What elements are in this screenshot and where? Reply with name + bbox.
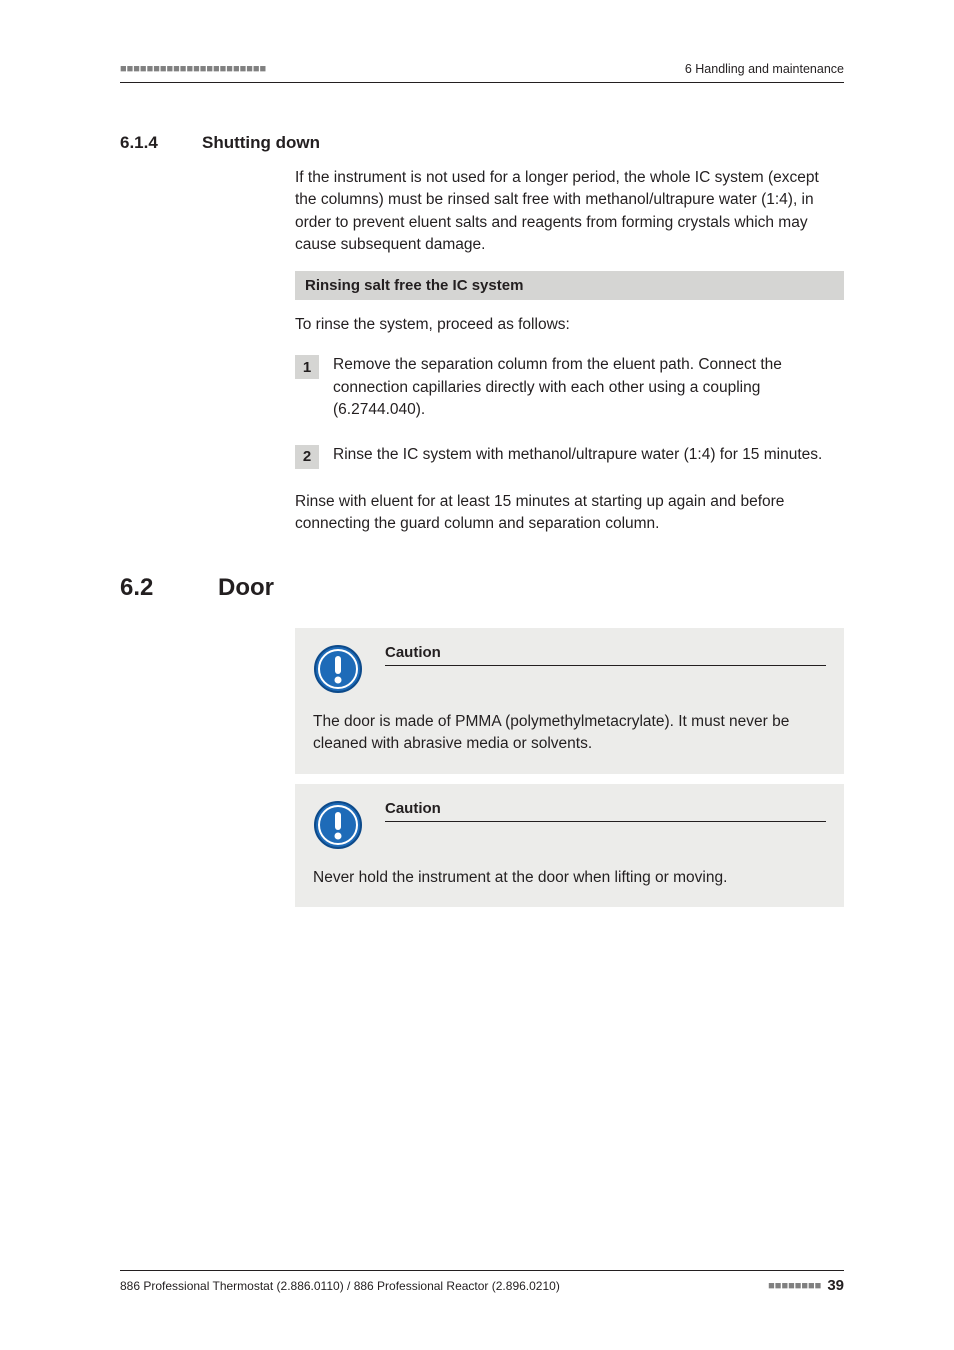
step-text: Remove the separation column from the el… (333, 354, 844, 421)
step-item: 1 Remove the separation column from the … (295, 354, 844, 421)
page-number: 39 (827, 1277, 844, 1294)
footer-product: 886 Professional Thermostat (2.886.0110)… (120, 1279, 560, 1293)
outro-paragraph: Rinse with eluent for at least 15 minute… (295, 491, 844, 536)
section-62-heading: 6.2 Door (120, 574, 844, 602)
procedure-title-bar: Rinsing salt free the IC system (295, 271, 844, 300)
step-number: 2 (295, 445, 319, 469)
step-number: 1 (295, 355, 319, 379)
section-number: 6.2 (120, 574, 176, 602)
section-title: Door (218, 574, 274, 602)
page-footer: 886 Professional Thermostat (2.886.0110)… (120, 1270, 844, 1294)
step-text: Rinse the IC system with methanol/ultrap… (333, 444, 822, 466)
footer-marker: ■■■■■■■■ (768, 1280, 821, 1292)
lead-paragraph: To rinse the system, proceed as follows: (295, 314, 844, 336)
caution-icon (313, 644, 363, 699)
caution-text: The door is made of PMMA (polymethylmeta… (313, 711, 826, 756)
caution-title: Caution (385, 644, 826, 666)
caution-icon (313, 800, 363, 855)
caution-text: Never hold the instrument at the door wh… (313, 867, 826, 889)
section-number: 6.1.4 (120, 133, 176, 153)
caution-box: Caution Never hold the instrument at the… (295, 784, 844, 907)
page-header: ■■■■■■■■■■■■■■■■■■■■■■ 6 Handling and ma… (120, 62, 844, 83)
caution-box: Caution The door is made of PMMA (polyme… (295, 628, 844, 774)
caution-title: Caution (385, 800, 826, 822)
section-614-heading: 6.1.4 Shutting down (120, 133, 844, 153)
header-chapter: 6 Handling and maintenance (685, 62, 844, 76)
step-item: 2 Rinse the IC system with methanol/ultr… (295, 444, 844, 469)
section-title: Shutting down (202, 133, 320, 153)
intro-paragraph: If the instrument is not used for a long… (295, 167, 844, 257)
header-marker: ■■■■■■■■■■■■■■■■■■■■■■ (120, 63, 266, 75)
